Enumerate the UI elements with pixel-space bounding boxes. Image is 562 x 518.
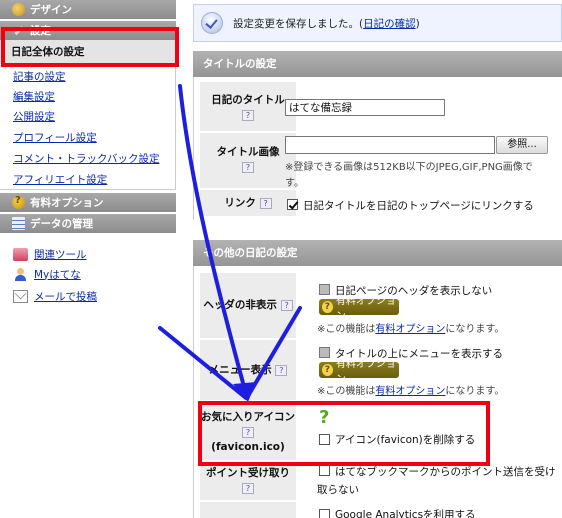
wrench-icon	[12, 24, 25, 37]
mail-icon	[13, 289, 28, 303]
tools-icon	[13, 247, 28, 261]
diary-title-input[interactable]	[285, 99, 445, 116]
help-icon[interactable]: ?	[280, 299, 293, 311]
favicon-label: お気に入りアイコン ? (favicon.ico)	[200, 402, 296, 460]
paid-option-note: ※この機能は有料オプションになります。	[317, 324, 505, 335]
paid-option-badge[interactable]: ? 有料オプション	[319, 296, 399, 322]
analytics-checkbox[interactable]	[319, 509, 330, 518]
tool-label[interactable]: Myはてな	[34, 267, 81, 282]
user-icon	[13, 267, 28, 281]
sidebar-item-all-settings[interactable]: 日記全体の設定	[0, 40, 176, 64]
settings-menu: 日記全体の設定 記事の設定 編集設定 公開設定 プロフィール設定 コメント・トラ…	[0, 40, 176, 190]
sidebar-header-label: 有料オプション	[30, 197, 104, 209]
diary-check-link[interactable]: 日記の確認	[363, 18, 416, 30]
sidebar-header-label: 設定	[30, 25, 51, 37]
title-settings-panel: 日記のタイトル ? タイトル画像 ? 参照... ※登録できる画像は512KB以…	[193, 77, 562, 220]
check-icon	[201, 12, 223, 34]
help-coin-icon	[12, 195, 25, 209]
menu-display-label: メニュー表示 ?	[200, 340, 296, 400]
menu-display-checkbox[interactable]	[319, 347, 330, 358]
title-image-file-input[interactable]	[285, 136, 495, 154]
other-settings-header: その他の日記の設定	[193, 240, 562, 266]
help-icon[interactable]: ?	[242, 482, 254, 494]
sidebar-header-label: デザイン	[30, 4, 72, 16]
title-image-label: タイトル画像 ?	[200, 133, 296, 188]
analytics-text: Google Analyticsを利用する	[335, 509, 476, 518]
sidebar-item-affiliate[interactable]: アフィリエイト設定	[13, 172, 107, 187]
delete-favicon-text: アイコン(favicon)を削除する	[335, 434, 476, 446]
point-label: ポイント受け取り ?	[200, 462, 296, 500]
help-icon[interactable]: ?	[242, 109, 254, 121]
title-settings-header: タイトルの設定	[193, 51, 562, 77]
sidebar-item-publish[interactable]: 公開設定	[13, 109, 55, 124]
link-title-label: 日記タイトルを日記のトップページにリンクする	[303, 200, 534, 212]
point-refuse-text-cont: 取らない	[317, 484, 359, 496]
sidebar-header-design[interactable]: デザイン	[0, 0, 176, 19]
sidebar-item-profile[interactable]: プロフィール設定	[13, 130, 97, 145]
diary-title-label: 日記のタイトル ?	[200, 82, 296, 131]
delete-favicon-checkbox[interactable]	[319, 434, 330, 445]
sidebar-item-comment-trackback[interactable]: コメント・トラックバック設定	[13, 151, 159, 166]
sidebar-header-label: データの管理	[30, 218, 93, 230]
hide-header-checkbox[interactable]	[319, 284, 330, 295]
hide-header-label: ヘッダの非表示 ?	[200, 273, 296, 338]
paid-option-note: ※この機能は有料オプションになります。	[317, 386, 505, 397]
paid-option-link[interactable]: 有料オプション	[375, 386, 445, 397]
other-settings-panel: ヘッダの非表示 ? 日記ページのヘッダを表示しない ? 有料オプション ※この機…	[193, 266, 562, 518]
title-image-note-cont: す。	[285, 178, 304, 189]
point-refuse-text: はてなブックマークからのポイント送信を受け	[335, 466, 556, 478]
tool-mail-post[interactable]: メールで投稿	[13, 288, 97, 304]
analytics-label	[200, 502, 296, 518]
tool-related-tools[interactable]: 関連ツール	[13, 246, 87, 262]
table-icon	[12, 217, 25, 230]
help-icon[interactable]: ?	[275, 364, 288, 376]
link-title-checkbox[interactable]	[287, 199, 298, 210]
link-label: リンク ?	[200, 190, 296, 216]
tool-label[interactable]: メールで投稿	[34, 289, 97, 304]
point-refuse-checkbox[interactable]	[319, 465, 330, 476]
sidebar-item-article[interactable]: 記事の設定	[13, 69, 66, 84]
help-coin-icon: ?	[322, 364, 333, 376]
sidebar-header-paid-option[interactable]: 有料オプション	[0, 193, 176, 212]
sidebar-header-data[interactable]: データの管理	[0, 214, 176, 233]
browse-button[interactable]: 参照...	[496, 136, 548, 154]
notice-text: 設定変更を保存しました。(日記の確認)	[233, 17, 420, 30]
paid-option-link[interactable]: 有料オプション	[375, 324, 445, 335]
help-icon[interactable]: ?	[259, 197, 272, 209]
tool-label[interactable]: 関連ツール	[34, 247, 87, 262]
paid-option-badge[interactable]: ? 有料オプション	[319, 359, 399, 385]
help-icon[interactable]: ?	[242, 161, 254, 173]
help-coin-icon: ?	[322, 301, 333, 313]
tool-my-hatena[interactable]: Myはてな	[13, 266, 81, 282]
favicon-question-icon: ?	[319, 407, 330, 428]
help-icon[interactable]: ?	[242, 426, 254, 438]
sidebar: デザイン 設定 日記全体の設定 記事の設定 編集設定 公開設定 プロフィール設定…	[0, 0, 176, 518]
save-notice: 設定変更を保存しました。(日記の確認)	[193, 4, 562, 42]
sidebar-item-edit[interactable]: 編集設定	[13, 89, 55, 104]
title-image-note: ※登録できる画像は512KB以下のJPEG,GIF,PNG画像で	[285, 162, 533, 173]
palette-icon	[12, 3, 25, 16]
sidebar-header-settings[interactable]: 設定	[0, 21, 176, 40]
